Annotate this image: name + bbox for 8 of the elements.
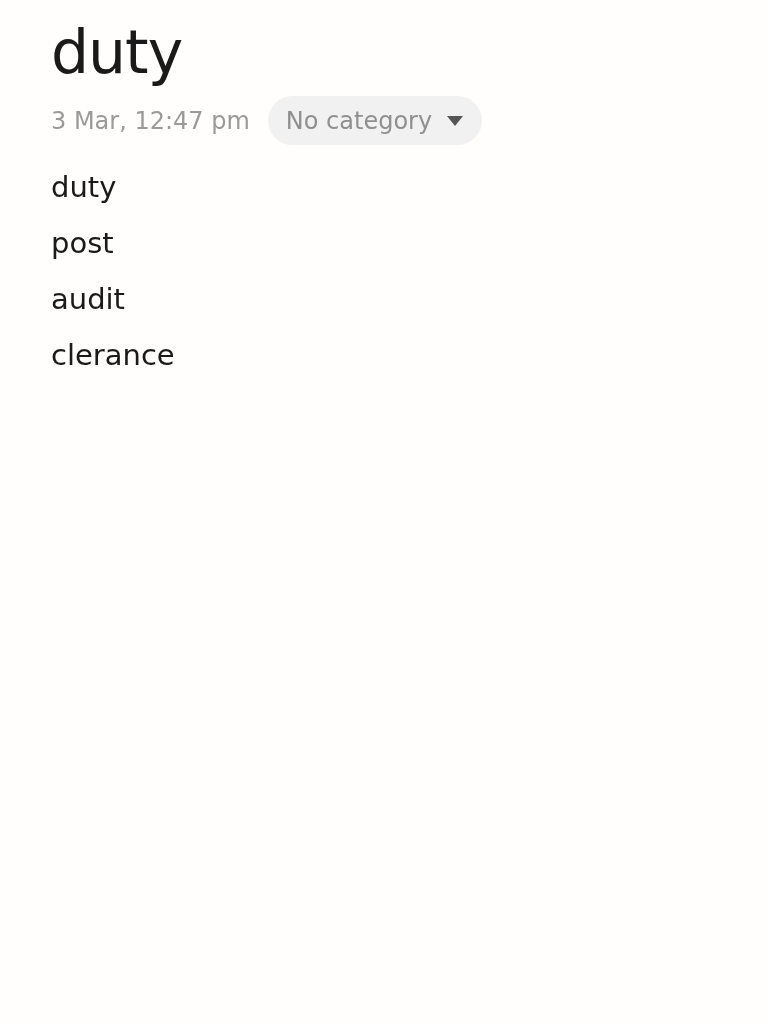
note-line: clerance xyxy=(51,337,175,374)
note-title: duty xyxy=(51,16,184,88)
category-dropdown[interactable]: No category xyxy=(267,96,483,145)
note-line: audit xyxy=(51,281,125,318)
caret-icon xyxy=(446,114,465,127)
note-line: post xyxy=(51,225,114,262)
note-line: duty xyxy=(51,169,117,206)
note-timestamp: 3 Mar, 12:47 pm xyxy=(51,106,250,135)
